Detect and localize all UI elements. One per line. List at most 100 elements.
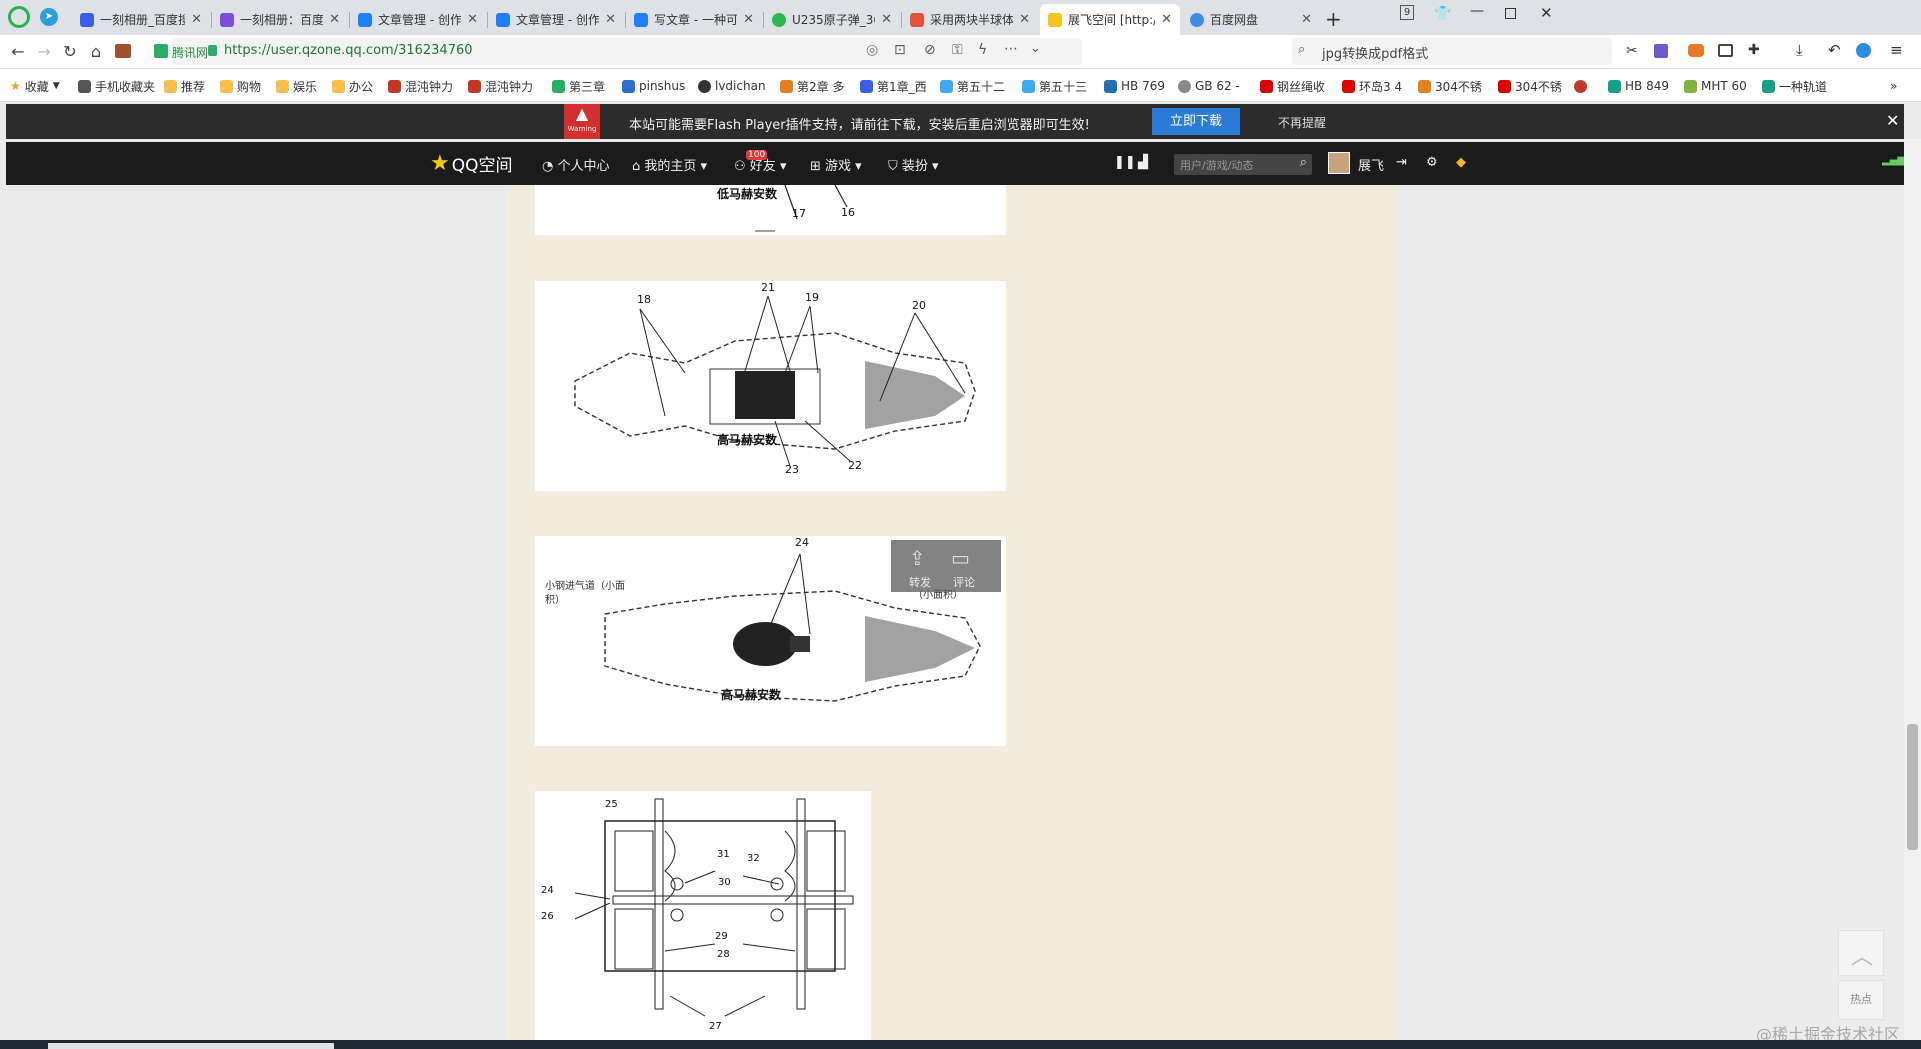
bookmark-folder[interactable]: 购物	[220, 77, 270, 95]
tab-6[interactable]: U235原子弹_360搜索✕	[764, 4, 900, 35]
tab-count-badge[interactable]: 9	[1400, 5, 1414, 20]
nav-games[interactable]: ⊞ 游戏 ▾	[810, 155, 862, 174]
vertical-scrollbar[interactable]	[1904, 139, 1921, 1040]
close-icon[interactable]: ✕	[1161, 12, 1172, 27]
block-icon[interactable]: ⊘	[924, 42, 936, 58]
chevron-down-icon[interactable]: ⌄	[1030, 41, 1041, 56]
tab-2[interactable]: 一刻相册：百度网盘✕	[212, 4, 348, 35]
close-icon[interactable]: ✕	[1301, 12, 1312, 27]
nav-dressup[interactable]: ⛉ 装扮 ▾	[888, 155, 939, 174]
translate-icon[interactable]: ⊡	[894, 42, 906, 58]
avatar[interactable]	[1328, 152, 1350, 174]
bookmark-item[interactable]: 混沌钟力	[468, 77, 538, 95]
lightning-icon[interactable]: ϟ	[978, 42, 987, 58]
pause-icon[interactable]: ❚❚	[1114, 155, 1136, 170]
comment-icon[interactable]: ▭	[951, 546, 970, 570]
scissors-icon[interactable]: ✂	[1626, 43, 1638, 59]
bookmark-item[interactable]: 304不锈	[1418, 77, 1484, 95]
bookmark-item[interactable]: 第五十二	[940, 77, 1010, 95]
settings-icon[interactable]: ⚙	[1426, 155, 1438, 170]
bookmark-item[interactable]: 第五十三	[1022, 77, 1090, 95]
browser-logo-icon[interactable]	[8, 6, 30, 28]
bookmark-item[interactable]: 环岛3 4	[1342, 77, 1406, 95]
bookmark-item[interactable]: HB 849	[1608, 77, 1672, 95]
close-icon[interactable]: ✕	[743, 12, 754, 27]
tab-4[interactable]: 文章管理 - 创作者中心✕	[488, 4, 624, 35]
close-icon[interactable]: ✕	[605, 12, 616, 27]
edge-icon[interactable]	[1856, 43, 1871, 58]
close-icon[interactable]: ✕	[1019, 12, 1030, 27]
dismiss-link[interactable]: 不再提醒	[1278, 114, 1326, 131]
shield-icon[interactable]: ◎	[866, 42, 878, 58]
key-icon[interactable]: ⚿	[952, 42, 963, 58]
more-icon[interactable]: ⋯	[1004, 41, 1018, 57]
telegram-icon[interactable]: ➤	[40, 8, 58, 26]
bookmark-item[interactable]: 钢丝绳收	[1260, 77, 1328, 95]
bookmark-item[interactable]: 第2章 多	[780, 77, 846, 95]
close-window-icon[interactable]: ✕	[1540, 4, 1553, 22]
tab-8-active[interactable]: 展飞空间 [http://316✕	[1040, 4, 1180, 35]
logout-icon[interactable]: ⇥	[1396, 155, 1407, 170]
bookmark-item[interactable]: 一种轨道	[1762, 77, 1842, 95]
back-icon[interactable]: ←	[8, 42, 28, 62]
nav-personal-center[interactable]: ◔ 个人中心	[542, 155, 610, 174]
window-icon[interactable]	[1718, 44, 1733, 57]
close-icon[interactable]: ✕	[881, 12, 892, 27]
puzzle-icon[interactable]: ✚	[1748, 42, 1760, 58]
briefcase-icon[interactable]	[115, 44, 131, 58]
close-icon[interactable]: ✕	[329, 12, 340, 27]
hot-button[interactable]: 热点	[1838, 980, 1884, 1020]
menu-icon[interactable]: ≡	[1890, 41, 1903, 59]
refresh-icon[interactable]: ↻	[60, 42, 80, 62]
taskbar-active-item[interactable]	[48, 1043, 334, 1049]
more-bookmarks-icon[interactable]: »	[1890, 77, 1906, 95]
tab-1[interactable]: 一刻相册_百度搜索✕	[72, 4, 210, 35]
close-icon[interactable]: ✕	[467, 12, 478, 27]
qzone-search-input[interactable]: 用户/游戏/动态 ⌕	[1174, 154, 1312, 175]
new-tab-button[interactable]: +	[1325, 7, 1342, 31]
close-icon[interactable]: ✕	[191, 12, 202, 27]
download-button[interactable]: 立即下载	[1152, 108, 1240, 135]
username[interactable]: 展飞	[1358, 155, 1384, 174]
close-icon[interactable]: ✕	[1886, 111, 1899, 130]
tab-5[interactable]: 写文章 - 一种可以从✕	[626, 4, 762, 35]
bookmark-item[interactable]: lvdichan	[698, 77, 766, 95]
home-icon[interactable]: ⌂	[86, 42, 106, 62]
download-icon[interactable]: ⤓	[1796, 41, 1803, 59]
game-icon[interactable]	[1688, 44, 1704, 57]
bars-icon[interactable]: ▟	[1138, 155, 1148, 170]
search-icon[interactable]: ⌕	[1300, 155, 1307, 170]
url-bar[interactable]: 腾讯网 https://user.qzone.qq.com/316234760 …	[154, 38, 1082, 65]
bookmark-item[interactable]: pinshus	[622, 77, 688, 95]
bookmark-folder[interactable]: 办公	[332, 77, 382, 95]
bookmark-item[interactable]	[1574, 77, 1590, 95]
vip-diamond-icon[interactable]: ◆	[1456, 155, 1466, 170]
nav-my-home[interactable]: ⌂ 我的主页 ▾	[632, 155, 707, 174]
bookmark-favorites[interactable]: ★ 收藏 ▼	[10, 77, 72, 95]
shirt-icon[interactable]: 👕	[1434, 6, 1451, 22]
search-box[interactable]: ⌕ jpg转换成pdf格式	[1292, 38, 1612, 65]
qzone-logo[interactable]: ★ QQ空间	[430, 151, 513, 176]
bookmark-item[interactable]: 第三章	[552, 77, 608, 95]
forward-icon[interactable]: →	[34, 42, 54, 62]
tab-3[interactable]: 文章管理 - 创作者中心✕	[350, 4, 486, 35]
bookmark-item[interactable]: GB 62 -	[1178, 77, 1240, 95]
tab-7[interactable]: 采用两块半球体U235✕	[902, 4, 1038, 35]
bookmark-folder[interactable]: 推荐	[164, 77, 212, 95]
share-label[interactable]: 转发	[909, 574, 931, 590]
bookmark-folder[interactable]: 娱乐	[276, 77, 326, 95]
tab-9[interactable]: 百度网盘 ✕	[1182, 4, 1320, 35]
bookmark-item[interactable]: 混沌钟力	[388, 77, 458, 95]
bookmark-item[interactable]: 手机收藏夹	[78, 77, 158, 95]
minimize-icon[interactable]: —	[1470, 3, 1484, 19]
comment-label[interactable]: 评论	[953, 574, 975, 590]
undo-icon[interactable]: ↶	[1828, 41, 1841, 59]
restore-icon[interactable]	[1505, 8, 1516, 19]
extension-icon[interactable]	[1654, 44, 1668, 58]
bookmark-item[interactable]: HB 769	[1104, 77, 1168, 95]
bookmark-item[interactable]: 304不锈	[1498, 77, 1564, 95]
bookmark-item[interactable]: MHT 60	[1684, 77, 1750, 95]
bookmark-item[interactable]: 第1章_西	[860, 77, 928, 95]
share-icon[interactable]: ⇪	[909, 546, 926, 570]
scrollbar-thumb[interactable]	[1907, 724, 1918, 850]
